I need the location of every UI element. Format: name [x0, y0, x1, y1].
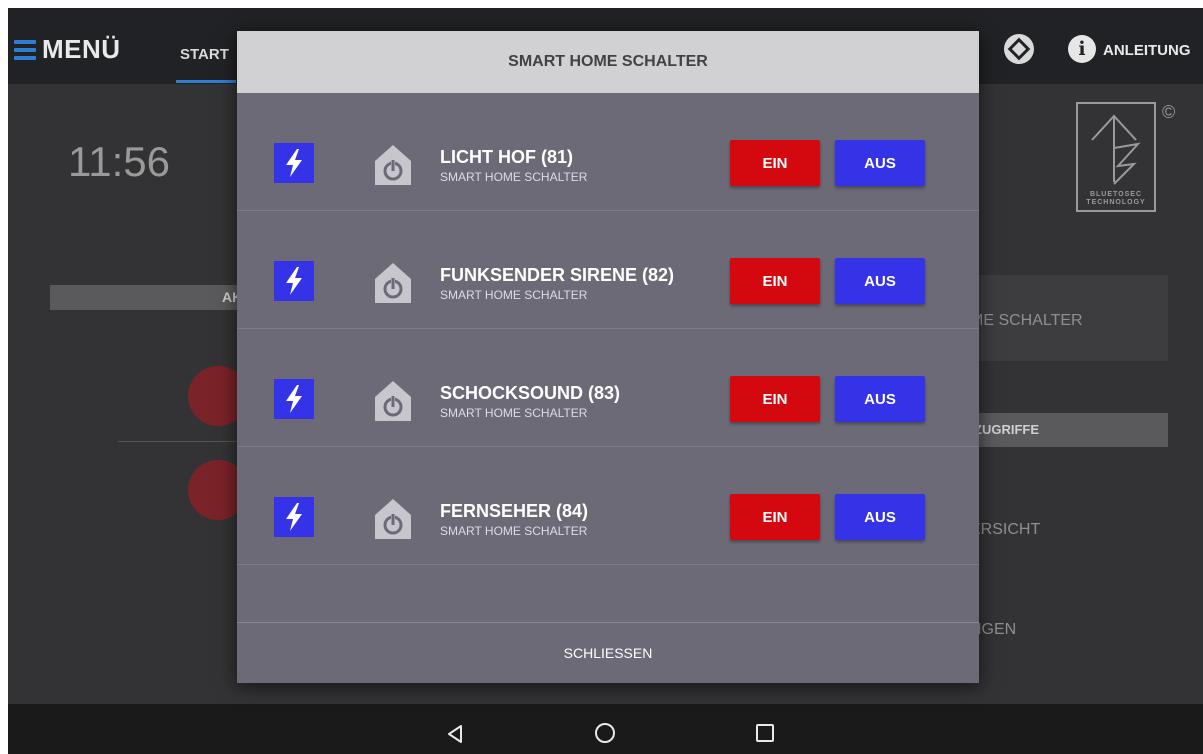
switch-subtitle: SMART HOME SCHALTER: [440, 406, 588, 420]
switch-title: LICHT HOF (81): [440, 147, 573, 167]
logo: BLUETOSEC TECHNOLOGY: [1076, 102, 1156, 212]
menu-button[interactable]: MENÜ: [14, 34, 121, 65]
off-button[interactable]: AUS: [835, 494, 925, 540]
on-button[interactable]: EIN: [730, 494, 820, 540]
bolt-icon: [274, 143, 314, 183]
home-icon[interactable]: [595, 723, 615, 743]
logo-text-1: BLUETOSEC: [1089, 191, 1143, 198]
background-panel-label: ME SCHALTER: [970, 312, 1083, 329]
menu-label: MENÜ: [42, 34, 121, 64]
dialog-title: SMART HOME SCHALTER: [237, 31, 979, 93]
tab-start[interactable]: START: [180, 46, 229, 63]
info-icon[interactable]: i: [1068, 35, 1096, 63]
layers-icon[interactable]: [1004, 34, 1034, 64]
switch-list: LICHT HOF (81) SMART HOME SCHALTER EIN A…: [237, 93, 979, 565]
switch-title: SCHOCKSOUND (83): [440, 383, 621, 403]
switch-row: SCHOCKSOUND (83) SMART HOME SCHALTER EIN…: [237, 329, 979, 447]
guide-link[interactable]: ANLEITUNG: [1103, 42, 1191, 59]
on-button[interactable]: EIN: [730, 258, 820, 304]
bolt-icon: [274, 497, 314, 537]
switch-subtitle: SMART HOME SCHALTER: [440, 170, 588, 184]
back-icon[interactable]: [446, 724, 464, 744]
switch-subtitle: SMART HOME SCHALTER: [440, 288, 588, 302]
smart-home-dialog: SMART HOME SCHALTER LICHT HOF (81) SMART…: [237, 31, 979, 683]
recent-apps-icon[interactable]: [756, 724, 774, 742]
hamburger-icon: [14, 39, 36, 60]
switch-subtitle: SMART HOME SCHALTER: [440, 524, 588, 538]
on-button[interactable]: EIN: [730, 140, 820, 186]
on-button[interactable]: EIN: [730, 376, 820, 422]
background-bar-right: ZUGRIFFE: [968, 413, 1168, 447]
switch-row: FERNSEHER (84) SMART HOME SCHALTER EIN A…: [237, 447, 979, 565]
clock: 11:56: [68, 138, 170, 185]
switch-title: FUNKSENDER SIRENE (82): [440, 265, 675, 285]
off-button[interactable]: AUS: [835, 258, 925, 304]
logo-text-2: TECHNOLOGY: [1086, 199, 1146, 206]
switch-row: LICHT HOF (81) SMART HOME SCHALTER EIN A…: [237, 93, 979, 211]
switch-title: FERNSEHER (84): [440, 501, 589, 521]
divider: [118, 441, 248, 442]
background-item-1: ERSICHT: [970, 521, 1041, 538]
system-nav-bar: [8, 704, 1203, 754]
copyright-mark: ©: [1162, 102, 1176, 122]
bolt-icon: [274, 261, 314, 301]
tab-indicator: [176, 80, 236, 83]
off-button[interactable]: AUS: [835, 376, 925, 422]
smart-home-power-icon: [375, 263, 411, 303]
off-button[interactable]: AUS: [835, 140, 925, 186]
bolt-icon: [274, 379, 314, 419]
smart-home-power-icon: [375, 381, 411, 421]
switch-row: FUNKSENDER SIRENE (82) SMART HOME SCHALT…: [237, 211, 979, 329]
close-button[interactable]: SCHLIESSEN: [237, 622, 979, 683]
smart-home-power-icon: [375, 145, 411, 185]
smart-home-power-icon: [375, 499, 411, 539]
